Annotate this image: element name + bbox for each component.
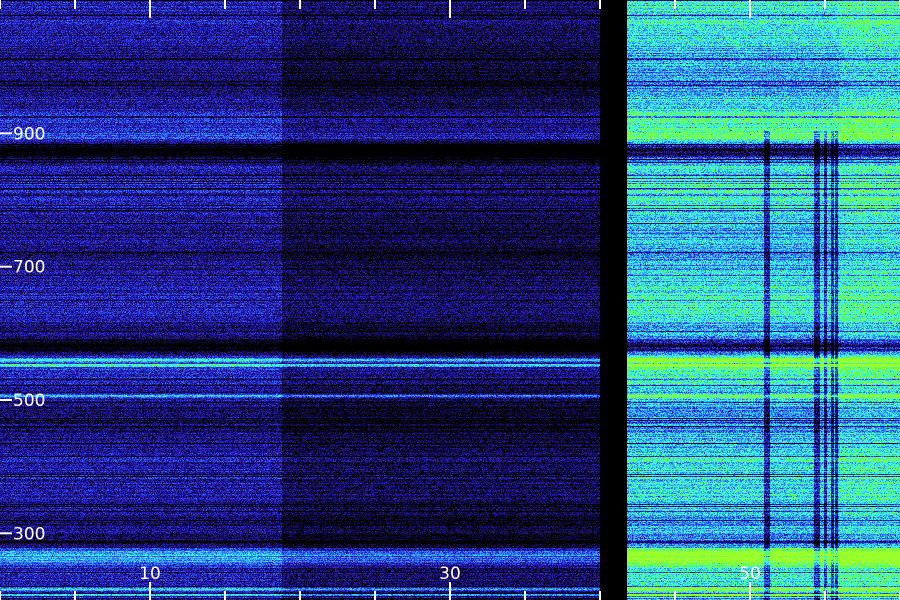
x-axis-ticks: 10 30 50 [0, 0, 900, 600]
x-tick-label: 50 [739, 564, 761, 584]
y-tick-label: 300 [13, 524, 45, 544]
y-tick-label: 900 [13, 124, 45, 144]
y-tick-label: 500 [13, 391, 45, 411]
y-tick-label: 700 [13, 258, 45, 278]
x-tick-label: 30 [439, 564, 461, 584]
x-tick-label: 10 [139, 564, 161, 584]
axis-overlay: 10 30 50 300 500 700 900 [0, 0, 900, 600]
y-axis-ticks: 300 500 700 900 [0, 124, 45, 544]
